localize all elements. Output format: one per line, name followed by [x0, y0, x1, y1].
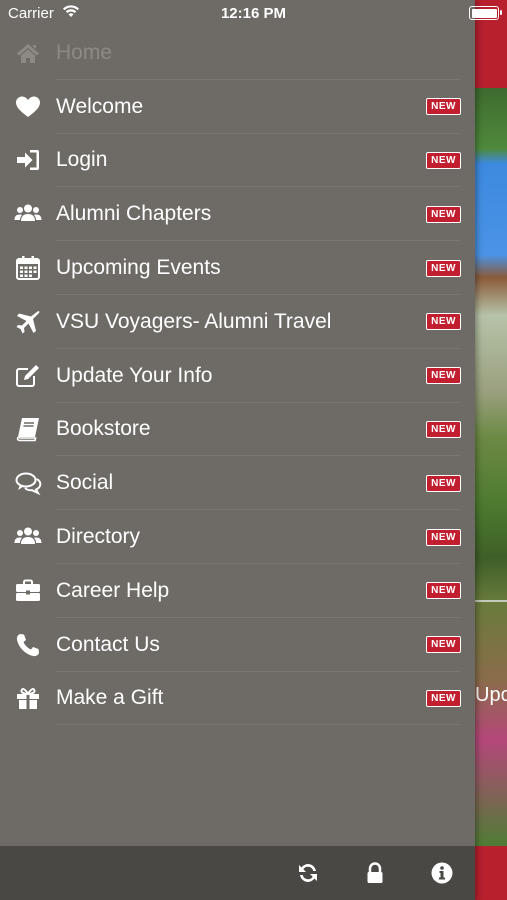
menu-item-label: Career Help	[56, 578, 170, 602]
sign-in-icon	[0, 146, 56, 174]
new-badge: NEW	[426, 259, 461, 277]
menu-item-directory[interactable]: Directory NEW	[0, 510, 475, 564]
menu-item-career-help[interactable]: Career Help NEW	[0, 564, 475, 618]
refresh-icon	[298, 864, 317, 882]
menu-item-upcoming-events[interactable]: Upcoming Events NEW	[0, 241, 475, 295]
background-partial-text: Upo	[475, 684, 507, 706]
new-badge: NEW	[426, 636, 461, 654]
background-divider	[475, 600, 507, 602]
menu-item-label: Directory	[56, 525, 141, 549]
menu-item-label: Social	[56, 471, 114, 495]
new-badge: NEW	[426, 474, 461, 492]
info-button[interactable]	[408, 846, 475, 900]
chat-icon	[0, 469, 56, 497]
lock-button[interactable]	[341, 846, 408, 900]
menu-item-home[interactable]: Home	[0, 26, 475, 80]
edit-icon	[0, 362, 56, 390]
info-icon	[431, 862, 452, 884]
menu-item-label: Login	[56, 148, 108, 172]
users-icon	[0, 200, 56, 228]
new-badge: NEW	[426, 98, 461, 116]
menu-item-label: Upcoming Events	[56, 256, 221, 280]
new-badge: NEW	[426, 528, 461, 546]
drawer-bottom-bar	[0, 846, 475, 900]
menu-item-update-your-info[interactable]: Update Your Info NEW	[0, 349, 475, 403]
new-badge: NEW	[426, 205, 461, 223]
menu-item-label: Make a Gift	[56, 686, 164, 710]
heart-icon	[0, 93, 56, 121]
home-icon	[0, 39, 56, 67]
menu-item-label: Contact Us	[56, 632, 160, 656]
new-badge: NEW	[426, 367, 461, 385]
side-menu: Home Welcome NEW Login NEW Alumni Chapte…	[0, 26, 475, 726]
battery-icon	[469, 6, 502, 20]
new-badge: NEW	[426, 689, 461, 707]
menu-item-make-a-gift[interactable]: Make a Gift NEW	[0, 672, 475, 726]
new-badge: NEW	[426, 151, 461, 169]
book-icon	[0, 415, 56, 443]
menu-item-login[interactable]: Login NEW	[0, 134, 475, 188]
menu-item-label: Update Your Info	[56, 363, 213, 387]
menu-item-contact-us[interactable]: Contact Us NEW	[0, 618, 475, 672]
background-app-peek[interactable]: Upo	[475, 0, 507, 900]
menu-item-label: Alumni Chapters	[56, 202, 212, 226]
lock-icon	[367, 862, 382, 883]
phone-icon	[0, 631, 56, 659]
menu-item-label: Home	[56, 40, 113, 64]
menu-item-welcome[interactable]: Welcome NEW	[0, 80, 475, 134]
users-icon	[0, 523, 56, 551]
new-badge: NEW	[426, 313, 461, 331]
new-badge: NEW	[426, 420, 461, 438]
gift-icon	[0, 684, 56, 712]
menu-item-bookstore[interactable]: Bookstore NEW	[0, 403, 475, 457]
menu-item-social[interactable]: Social NEW	[0, 456, 475, 510]
new-badge: NEW	[426, 582, 461, 600]
plane-icon	[0, 308, 56, 336]
refresh-button[interactable]	[274, 846, 341, 900]
calendar-icon	[0, 254, 56, 282]
status-time: 12:16 PM	[220, 5, 287, 22]
menu-item-alumni-chapters[interactable]: Alumni Chapters NEW	[0, 187, 475, 241]
side-drawer: Home Welcome NEW Login NEW Alumni Chapte…	[0, 0, 475, 900]
menu-item-vsu-voyagers[interactable]: VSU Voyagers- Alumni Travel NEW	[0, 295, 475, 349]
menu-item-label: Welcome	[56, 94, 144, 118]
briefcase-icon	[0, 577, 56, 605]
menu-item-label: VSU Voyagers- Alumni Travel	[56, 309, 332, 333]
menu-item-label: Bookstore	[56, 417, 151, 441]
status-bar: Carrier 12:16 PM	[0, 0, 507, 28]
background-photo	[475, 88, 507, 846]
